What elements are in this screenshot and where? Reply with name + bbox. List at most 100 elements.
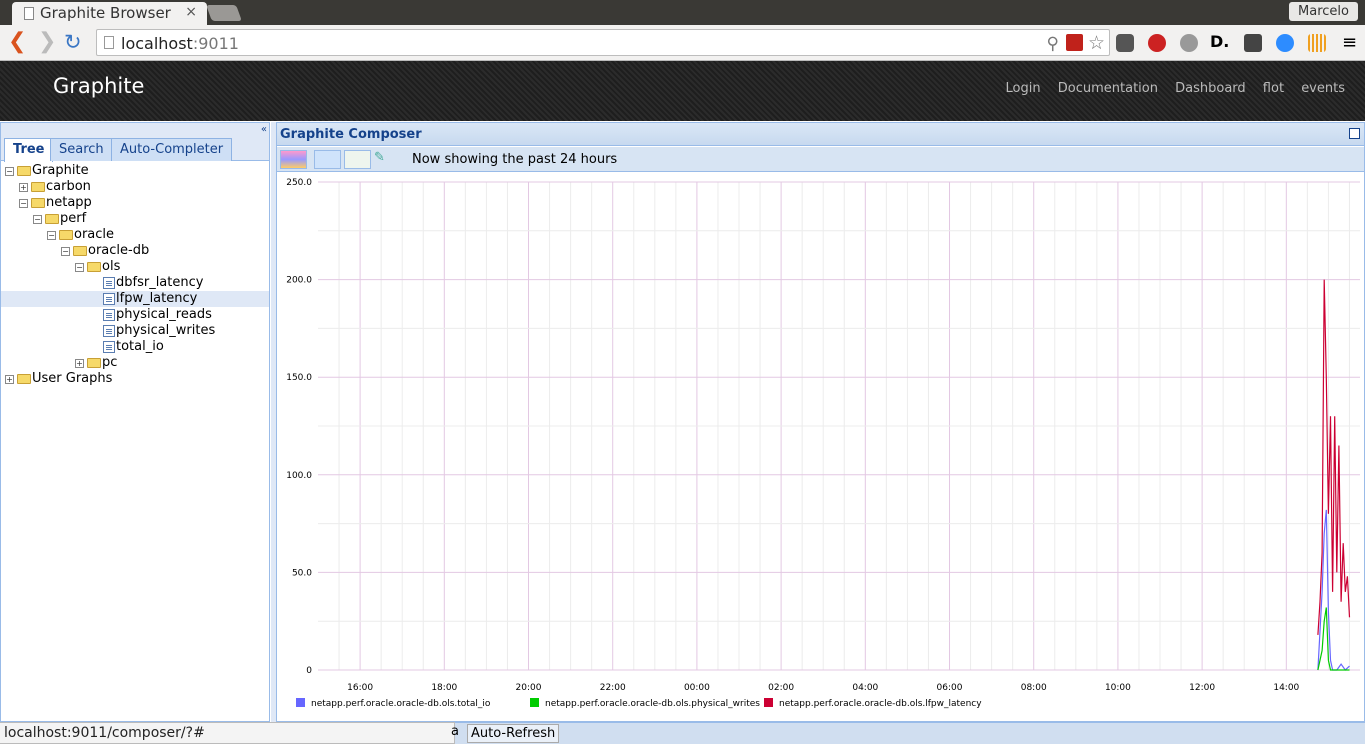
- tab-tree[interactable]: Tree: [4, 138, 54, 162]
- browser-toolbar: ❮ ❯ ↻ localhost:9011 ⚲ ☆ D. ≡: [0, 25, 1365, 61]
- metric-leaf-icon: [103, 309, 115, 321]
- tree-node-label: physical_reads: [116, 307, 212, 322]
- menu-icon[interactable]: ≡: [1342, 32, 1357, 53]
- tree-node[interactable]: − perf: [1, 211, 269, 227]
- composer-toolbar: ✎ Now showing the past 24 hours: [277, 147, 1364, 172]
- tree-node-label: Graphite: [32, 163, 89, 178]
- tree-node[interactable]: − Graphite: [1, 163, 269, 179]
- tree-node[interactable]: − oracle-db: [1, 243, 269, 259]
- soundwave-icon[interactable]: [1308, 34, 1326, 52]
- nav-events[interactable]: events: [1301, 81, 1345, 96]
- metric-leaf-icon: [103, 341, 115, 353]
- tab-search[interactable]: Search: [50, 138, 113, 161]
- tree-node-label: lfpw_latency: [116, 291, 198, 306]
- tree-node[interactable]: + User Graphs: [1, 371, 269, 387]
- address-bar[interactable]: localhost:9011 ⚲ ☆: [96, 29, 1110, 56]
- time-range-status: Now showing the past 24 hours: [412, 152, 618, 167]
- folder-icon: [45, 214, 59, 224]
- tree-node-label: carbon: [46, 179, 91, 194]
- adblock-icon[interactable]: [1148, 34, 1166, 52]
- collapse-node-icon[interactable]: −: [19, 199, 28, 208]
- tree-node-label: oracle-db: [88, 243, 150, 258]
- nav-flot[interactable]: flot: [1263, 81, 1284, 96]
- browser-tabstrip: Graphite Browser × Marcelo: [0, 0, 1365, 25]
- tree-node[interactable]: physical_reads: [1, 307, 269, 323]
- x-tick-label: 06:00: [937, 683, 963, 693]
- extension-d-icon[interactable]: D.: [1210, 32, 1229, 51]
- status-url-bubble: localhost:9011/composer/?#: [0, 722, 455, 744]
- reload-icon[interactable]: ↻: [64, 31, 82, 53]
- tree-node[interactable]: − netapp: [1, 195, 269, 211]
- graphite-header: Graphite Login Documentation Dashboard f…: [0, 61, 1365, 121]
- tree-node[interactable]: lfpw_latency: [1, 291, 269, 307]
- zoom-icon[interactable]: ⚲: [1047, 34, 1059, 54]
- tree-node[interactable]: − ols: [1, 259, 269, 275]
- new-tab-button[interactable]: [206, 5, 242, 21]
- page-icon: [104, 36, 114, 49]
- calendar-icon[interactable]: [314, 150, 341, 169]
- tree-node[interactable]: dbfsr_latency: [1, 275, 269, 291]
- graph-options-icon[interactable]: [280, 150, 307, 169]
- composer-title-text: Graphite Composer: [280, 127, 422, 142]
- page-icon: [24, 7, 34, 20]
- tree-node[interactable]: physical_writes: [1, 323, 269, 339]
- legend-swatch: [764, 698, 773, 707]
- nav-login[interactable]: Login: [1006, 81, 1041, 96]
- metric-tree: − Graphite + carbon − netapp − perf − oracle − orac…: [1, 163, 269, 387]
- x-tick-label: 22:00: [600, 683, 626, 693]
- x-tick-label: 20:00: [516, 683, 542, 693]
- folder-icon: [87, 262, 101, 272]
- expand-node-icon[interactable]: +: [19, 183, 28, 192]
- browser-tab[interactable]: Graphite Browser ×: [12, 2, 207, 25]
- pocket-icon[interactable]: [1116, 34, 1134, 52]
- composer-title: Graphite Composer: [277, 123, 1364, 146]
- folder-icon: [31, 198, 45, 208]
- back-icon[interactable]: ❮: [8, 31, 26, 53]
- zoom-meeting-icon[interactable]: [1276, 34, 1294, 52]
- tree-node[interactable]: + carbon: [1, 179, 269, 195]
- maximize-icon[interactable]: [1349, 128, 1360, 139]
- collapse-node-icon[interactable]: −: [47, 231, 56, 240]
- expand-node-icon[interactable]: +: [5, 375, 14, 384]
- tab-auto-completer[interactable]: Auto-Completer: [111, 138, 233, 161]
- collapse-node-icon[interactable]: −: [75, 263, 84, 272]
- collapse-node-icon[interactable]: −: [61, 247, 70, 256]
- collapse-node-icon[interactable]: −: [5, 167, 14, 176]
- nav-documentation[interactable]: Documentation: [1058, 81, 1158, 96]
- y-tick-label: 100.0: [286, 471, 312, 481]
- metric-browser-panel: « Tree Search Auto-Completer − Graphite + c…: [0, 122, 270, 722]
- metric-leaf-icon: [103, 277, 115, 289]
- folder-icon: [87, 358, 101, 368]
- collapse-icon[interactable]: «: [261, 124, 267, 135]
- forward-icon[interactable]: ❯: [38, 31, 56, 53]
- collapse-node-icon[interactable]: −: [33, 215, 42, 224]
- graph-image[interactable]: 0 50.0 100.0 150.0 200.0 250.0 16:00 18:00 20:00…: [278, 172, 1364, 712]
- user-profile-button[interactable]: Marcelo: [1289, 2, 1358, 21]
- tree-node-label: netapp: [46, 195, 92, 210]
- undo-graph-icon[interactable]: [344, 150, 371, 169]
- globe-icon[interactable]: [1180, 34, 1198, 52]
- update-graph-icon[interactable]: ✎: [374, 150, 392, 169]
- folder-icon: [17, 166, 31, 176]
- x-tick-label: 04:00: [852, 683, 878, 693]
- tree-node[interactable]: + pc: [1, 355, 269, 371]
- x-tick-label: 16:00: [347, 683, 373, 693]
- close-icon[interactable]: ×: [185, 4, 197, 20]
- nav-dashboard[interactable]: Dashboard: [1175, 81, 1246, 96]
- composer-panel: Graphite Composer ✎ Now showing the past…: [276, 122, 1365, 722]
- bookmark-star-icon[interactable]: ☆: [1088, 32, 1105, 54]
- flash-icon[interactable]: [1066, 34, 1083, 51]
- tree-node[interactable]: − oracle: [1, 227, 269, 243]
- tree-node[interactable]: total_io: [1, 339, 269, 355]
- legend-swatch: [530, 698, 539, 707]
- y-tick-label: 250.0: [286, 178, 312, 188]
- brand-title: Graphite: [53, 74, 145, 98]
- tree-node-label: pc: [102, 355, 118, 370]
- legend-label: netapp.perf.oracle.oracle-db.ols.total_i…: [311, 699, 491, 709]
- tree-node-label: ols: [102, 259, 121, 274]
- extension-icon[interactable]: [1244, 34, 1262, 52]
- x-tick-label: 10:00: [1105, 683, 1131, 693]
- tab-title: Graphite Browser: [40, 4, 171, 22]
- auto-refresh-button[interactable]: Auto-Refresh: [467, 724, 560, 743]
- expand-node-icon[interactable]: +: [75, 359, 84, 368]
